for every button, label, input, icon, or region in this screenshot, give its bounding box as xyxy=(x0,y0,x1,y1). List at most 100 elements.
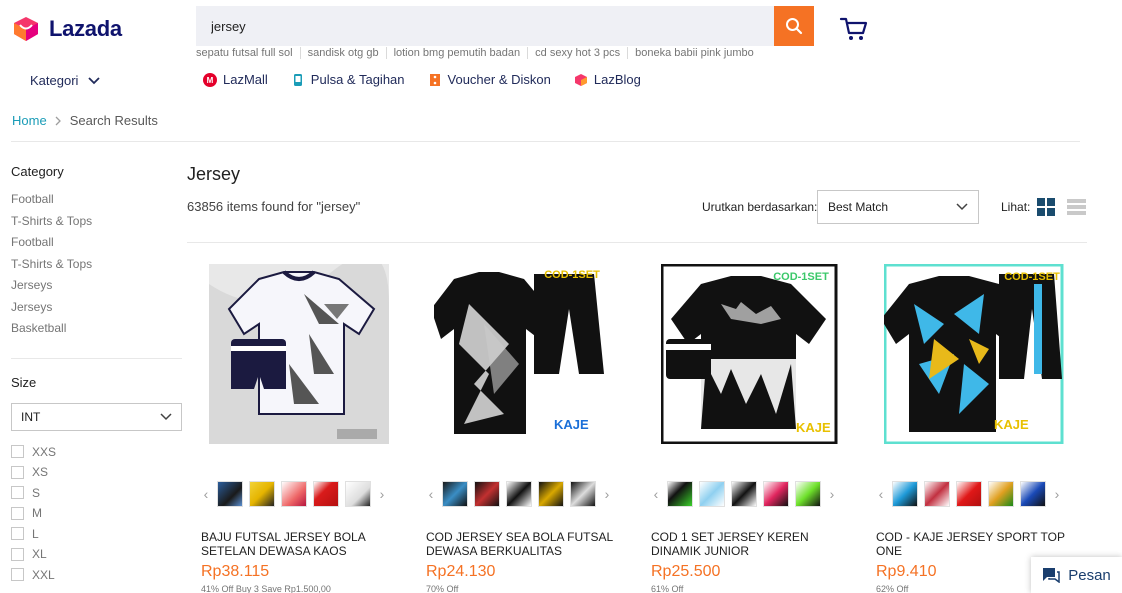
lazmall-icon: M xyxy=(203,72,217,87)
thumbnail[interactable] xyxy=(345,481,371,507)
category-link[interactable]: Jerseys xyxy=(11,278,182,300)
size-label: XL xyxy=(32,547,47,562)
chevron-left-icon[interactable]: ‹ xyxy=(426,486,436,502)
suggestion-link[interactable]: cd sexy hot 3 pcs xyxy=(535,47,629,59)
chevron-left-icon[interactable]: ‹ xyxy=(876,486,886,502)
checkbox[interactable] xyxy=(11,547,24,561)
nav-lazblog[interactable]: LazBlog xyxy=(574,72,641,87)
chat-icon xyxy=(1043,568,1060,583)
category-link[interactable]: T-Shirts & Tops xyxy=(11,214,182,236)
checkbox[interactable] xyxy=(11,568,24,582)
kategori-dropdown[interactable]: Kategori xyxy=(30,73,101,88)
thumbnail[interactable] xyxy=(892,481,918,507)
thumbnail[interactable] xyxy=(506,481,532,507)
cart-icon[interactable] xyxy=(839,15,869,43)
thumbnail[interactable] xyxy=(217,481,243,507)
suggestion-link[interactable]: lotion bmg pemutih badan xyxy=(394,47,529,59)
product-badge: COD-1SET xyxy=(1004,271,1060,283)
nav-lazmall[interactable]: M LazMall xyxy=(203,72,268,87)
thumbnail[interactable] xyxy=(924,481,950,507)
product-image[interactable]: COD-1SET KAJE xyxy=(434,264,614,444)
results-count: 63856 items found for "jersey" xyxy=(187,199,361,214)
product-image[interactable] xyxy=(209,264,389,444)
size-option[interactable]: XL xyxy=(11,544,182,565)
sort-select[interactable]: Best Match xyxy=(817,190,979,224)
suggestion-link[interactable]: boneka babii pink jumbo xyxy=(635,47,761,59)
thumbnail[interactable] xyxy=(699,481,725,507)
suggestion-link[interactable]: sepatu futsal full sol xyxy=(196,47,301,59)
category-link[interactable]: Basketball xyxy=(11,321,182,343)
size-option[interactable]: XXL xyxy=(11,565,182,586)
checkbox[interactable] xyxy=(11,465,24,479)
nav-pulsa[interactable]: Pulsa & Tagihan xyxy=(291,72,405,87)
category-link[interactable]: T-Shirts & Tops xyxy=(11,257,182,279)
kategori-label: Kategori xyxy=(30,73,79,88)
thumbnail[interactable] xyxy=(956,481,982,507)
size-system-value: INT xyxy=(21,409,41,424)
thumbnail-strip: ‹ › xyxy=(426,481,612,507)
chevron-down-icon xyxy=(956,203,968,211)
thumbnail[interactable] xyxy=(988,481,1014,507)
suggestion-link[interactable]: sandisk otg gb xyxy=(308,47,387,59)
chat-button[interactable]: Pesan xyxy=(1031,557,1122,593)
chevron-right-icon[interactable]: › xyxy=(827,486,837,502)
list-view-icon[interactable] xyxy=(1067,199,1086,215)
size-option[interactable]: XXS xyxy=(11,442,182,463)
thumbnail[interactable] xyxy=(474,481,500,507)
thumbnail[interactable] xyxy=(249,481,275,507)
page-title: Jersey xyxy=(187,164,241,184)
category-link[interactable]: Football xyxy=(11,192,182,214)
chevron-right-icon[interactable]: › xyxy=(377,486,387,502)
phone-icon xyxy=(293,73,302,86)
thumbnail[interactable] xyxy=(731,481,757,507)
search-button[interactable] xyxy=(774,6,814,46)
product-image[interactable]: COD-1SET KAJE xyxy=(661,264,841,444)
grid-view-icon[interactable] xyxy=(1037,198,1055,216)
search-input[interactable] xyxy=(196,6,774,46)
product-discount: 41% Off Buy 3 Save Rp1.500,00 xyxy=(201,584,331,593)
nav-label: LazMall xyxy=(223,72,268,87)
category-title: Category xyxy=(11,164,64,179)
lazada-logo[interactable]: Lazada xyxy=(11,14,122,44)
thumbnail[interactable] xyxy=(442,481,468,507)
nav-voucher[interactable]: Voucher & Diskon xyxy=(428,72,551,87)
view-label: Lihat: xyxy=(1001,200,1031,214)
checkbox[interactable] xyxy=(11,486,24,500)
thumbnail[interactable] xyxy=(795,481,821,507)
chevron-left-icon[interactable]: ‹ xyxy=(201,486,211,502)
size-option[interactable]: S xyxy=(11,483,182,504)
category-link[interactable]: Football xyxy=(11,235,182,257)
thumbnail[interactable] xyxy=(538,481,564,507)
sort-value: Best Match xyxy=(828,200,889,214)
sort-label: Urutkan berdasarkan: xyxy=(702,200,818,214)
thumbnail[interactable] xyxy=(667,481,693,507)
chevron-right-icon[interactable]: › xyxy=(602,486,612,502)
thumbnail[interactable] xyxy=(763,481,789,507)
product-image[interactable]: COD-1SET KAJE xyxy=(884,264,1064,444)
breadcrumb-home[interactable]: Home xyxy=(12,113,47,128)
thumbnail[interactable] xyxy=(313,481,339,507)
svg-text:KAJE: KAJE xyxy=(554,417,589,432)
nav-label: Voucher & Diskon xyxy=(447,72,551,87)
product-name[interactable]: COD 1 SET JERSEY KEREN DINAMIK JUNIOR xyxy=(651,530,851,558)
category-link[interactable]: Jerseys xyxy=(11,300,182,322)
chevron-right-icon[interactable]: › xyxy=(1052,486,1062,502)
product-name[interactable]: COD - KAJE JERSEY SPORT TOP ONE xyxy=(876,530,1076,558)
thumbnail[interactable] xyxy=(570,481,596,507)
size-option[interactable]: L xyxy=(11,524,182,545)
thumbnail[interactable] xyxy=(1020,481,1046,507)
checkbox[interactable] xyxy=(11,506,24,520)
product-discount: 70% Off xyxy=(426,584,459,593)
checkbox[interactable] xyxy=(11,527,24,541)
thumbnail[interactable] xyxy=(281,481,307,507)
size-system-select[interactable]: INT xyxy=(11,402,182,431)
product-name[interactable]: BAJU FUTSAL JERSEY BOLA SETELAN DEWASA K… xyxy=(201,530,401,558)
search-suggestions: sepatu futsal full sol sandisk otg gb lo… xyxy=(196,47,768,59)
chevron-left-icon[interactable]: ‹ xyxy=(651,486,661,502)
product-name[interactable]: COD JERSEY SEA BOLA FUTSAL DEWASA BERKUA… xyxy=(426,530,626,558)
size-option[interactable]: M xyxy=(11,503,182,524)
checkbox[interactable] xyxy=(11,445,24,459)
size-label: XXS xyxy=(32,444,57,459)
thumbnail-strip: ‹ › xyxy=(876,481,1062,507)
size-option[interactable]: XS xyxy=(11,462,182,483)
